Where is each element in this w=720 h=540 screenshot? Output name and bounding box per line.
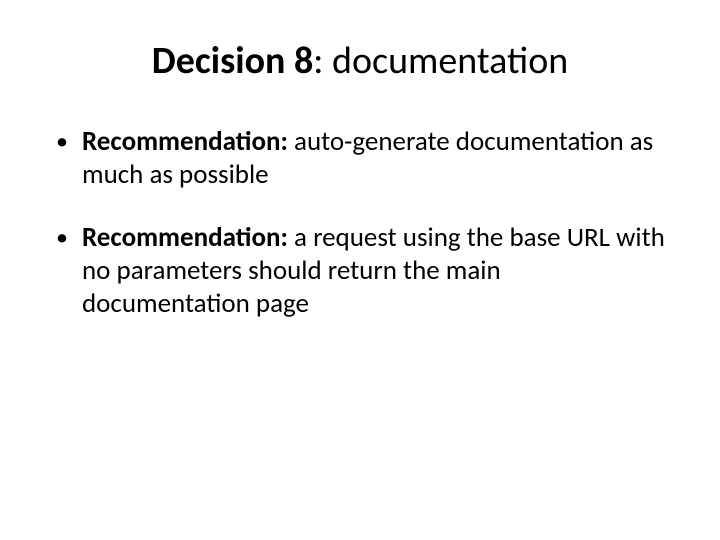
slide-title: Decision 8: documentation bbox=[50, 38, 670, 84]
title-rest-part: : documentation bbox=[313, 38, 568, 84]
list-item: Recommendation: a request using the base… bbox=[50, 222, 670, 321]
bullet-label: Recommendation: bbox=[82, 125, 288, 158]
list-item: Recommendation: auto-generate documentat… bbox=[50, 126, 670, 192]
bullet-list: Recommendation: auto-generate documentat… bbox=[50, 126, 670, 321]
title-bold-part: Decision 8 bbox=[152, 38, 313, 84]
bullet-label: Recommendation: bbox=[82, 221, 288, 254]
